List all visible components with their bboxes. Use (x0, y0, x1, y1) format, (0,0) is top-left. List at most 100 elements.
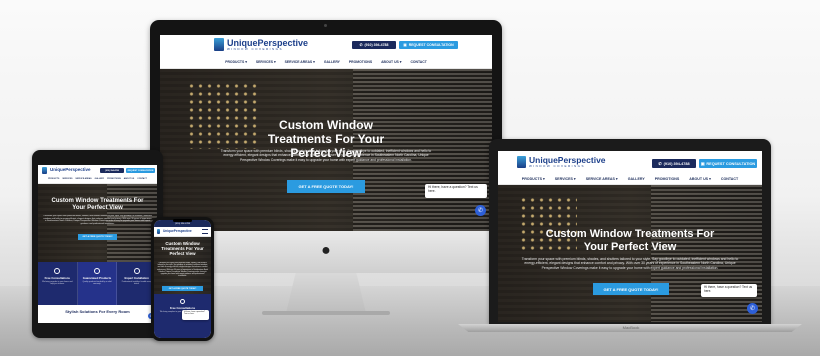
iphone-screen: (910) 394-4788 UniquePerspective Custom … (154, 220, 211, 338)
hero-section: Custom Window Treatments For Your Perfec… (160, 69, 492, 236)
calendar-icon: ▣ (700, 162, 705, 166)
main-nav: PRODUCTS SERVICES SERVICE AREAS GALLERY … (38, 178, 157, 180)
site-header: UniquePerspective (154, 227, 211, 237)
free-quote-button[interactable]: GET A FREE QUOTE TODAY! (287, 180, 365, 193)
request-consultation-button[interactable]: REQUEST CONSULTATION (126, 168, 155, 173)
logo-blinds-icon (42, 167, 47, 174)
nav-services[interactable]: SERVICES (62, 178, 72, 180)
imac-device: UniquePerspective WINDOW COVERINGS ✆ (910… (150, 20, 502, 238)
consult-label: REQUEST CONSULTATION (127, 169, 154, 172)
consult-label: REQUEST CONSULTATION (408, 43, 454, 47)
consultation-icon (54, 268, 61, 274)
stylish-heading: Stylish Solutions For Every Room (65, 309, 130, 314)
nav-promotions[interactable]: PROMOTIONS (107, 178, 121, 180)
phone-label: (910) 394-4788 (364, 43, 389, 47)
apple-logo-icon: ● (321, 242, 331, 259)
hero-title: Custom Window Treatments For Your Perfec… (545, 228, 715, 253)
chat-launcher-button[interactable]: ✆ (475, 205, 486, 216)
request-consultation-button[interactable]: ▣ REQUEST CONSULTATION (699, 159, 757, 168)
hero-body: Transform your space with premium blinds… (220, 149, 432, 162)
nav-gallery[interactable]: GALLERY (628, 177, 645, 181)
hero-section: Custom Window Treatments For Your Perfec… (498, 185, 762, 322)
tools-icon (133, 268, 140, 274)
main-nav: PRODUCTS ▾ SERVICES ▾ SERVICE AREAS ▾ GA… (160, 60, 492, 64)
site-header: UniquePerspective (910) 394-4788 REQUEST… (38, 165, 157, 184)
shield-icon (94, 268, 100, 274)
nav-products[interactable]: PRODUCTS (48, 178, 59, 180)
logo-tagline: WINDOW COVERINGS (227, 46, 283, 51)
imac-stand-base (262, 311, 390, 315)
nav-about-us[interactable]: ABOUT US ▾ (689, 177, 711, 181)
phone-button[interactable]: ✆ (910) 394-4788 (352, 41, 396, 49)
hero-body: Transform your space with premium blinds… (157, 262, 208, 278)
iphone-device: (910) 394-4788 UniquePerspective Custom … (151, 217, 214, 341)
site-header: UniquePerspective WINDOW COVERINGS ✆ (910… (160, 35, 492, 69)
nav-services[interactable]: SERVICES ▾ (555, 177, 576, 181)
hamburger-menu-icon[interactable] (202, 229, 208, 234)
nav-about-us[interactable]: ABOUT US (124, 178, 134, 180)
macbook-device: UniquePerspective WINDOW COVERINGS ✆ (910… (489, 139, 771, 325)
nav-products[interactable]: PRODUCTS ▾ (225, 60, 247, 64)
imac-screen: UniquePerspective WINDOW COVERINGS ✆ (910… (160, 35, 492, 236)
logo-blinds-icon (214, 38, 224, 51)
phone-button[interactable]: ✆ (910) 394-4788 (652, 159, 696, 168)
main-nav: PRODUCTS ▾ SERVICES ▾ SERVICE AREAS ▾ GA… (498, 177, 762, 181)
hero-body: Transform your space with premium blinds… (43, 215, 152, 225)
nav-services[interactable]: SERVICES ▾ (256, 60, 276, 64)
nav-contact[interactable]: CONTACT (410, 60, 426, 64)
nav-promotions[interactable]: PROMOTIONS (349, 60, 372, 64)
phone-label[interactable]: (910) 394-4788 (175, 223, 190, 225)
consultation-icon (180, 299, 185, 304)
chat-bubble-icon: ✆ (477, 208, 484, 214)
ipad-device: UniquePerspective (910) 394-4788 REQUEST… (32, 150, 163, 338)
hero-title: Custom Window Treatments For Your Perfec… (51, 198, 144, 211)
logo-wordmark: UniquePerspective (50, 167, 91, 173)
imac-camera-icon (324, 24, 327, 27)
chat-popup[interactable]: Hi there, have a question? Text us here. (701, 284, 757, 297)
iphone-notch (173, 219, 192, 222)
nav-promotions[interactable]: PROMOTIONS (655, 177, 680, 181)
nav-gallery[interactable]: GALLERY (324, 60, 340, 64)
chat-launcher-button[interactable]: ✆ (747, 303, 758, 314)
site-logo[interactable]: UniquePerspective WINDOW COVERINGS (517, 156, 606, 168)
logo-blinds-icon (157, 229, 160, 234)
phone-label: (910) 394-4788 (105, 169, 119, 172)
ipad-screen: UniquePerspective (910) 394-4788 REQUEST… (38, 165, 157, 323)
features-band: Free Consultations We bring samples to yo… (38, 262, 157, 305)
nav-contact[interactable]: CONTACT (137, 178, 147, 180)
phone-label: (910) 394-4788 (663, 161, 690, 166)
free-quote-button[interactable]: GET A FREE QUOTE TODAY! (162, 286, 203, 291)
nav-service-areas[interactable]: SERVICE AREAS ▾ (285, 60, 315, 64)
nav-service-areas[interactable]: SERVICE AREAS ▾ (586, 177, 618, 181)
nav-gallery[interactable]: GALLERY (95, 178, 104, 180)
logo-blinds-icon (517, 156, 526, 168)
chat-popup[interactable]: Hi there, have a question? Text us here. (425, 184, 487, 198)
free-quote-button[interactable]: GET A FREE QUOTE TODAY! (78, 234, 117, 240)
imac-stand (286, 273, 366, 313)
logo-wordmark: UniquePerspective (163, 228, 192, 233)
nav-about-us[interactable]: ABOUT US ▾ (381, 60, 401, 64)
hero-section: Custom Window Treatments For Your Perfec… (38, 184, 157, 262)
phone-icon: ✆ (658, 162, 662, 166)
hero-section: Custom Window Treatments For Your Perfec… (154, 237, 211, 294)
phone-icon: ✆ (359, 43, 363, 47)
device-mockup-scene: UniquePerspective WINDOW COVERINGS ✆ (910… (0, 0, 820, 356)
nav-products[interactable]: PRODUCTS ▾ (522, 177, 545, 181)
free-quote-button[interactable]: GET A FREE QUOTE TODAY! (593, 283, 669, 295)
site-logo[interactable]: UniquePerspective WINDOW COVERINGS (214, 38, 308, 51)
site-logo[interactable]: UniquePerspective (157, 229, 192, 234)
hero-body: Transform your space with premium blinds… (521, 257, 739, 270)
phone-button[interactable]: (910) 394-4788 (100, 168, 124, 173)
macbook-screen: UniquePerspective WINDOW COVERINGS ✆ (910… (498, 151, 762, 322)
chat-bubble-icon: ✆ (749, 306, 756, 312)
site-logo[interactable]: UniquePerspective (42, 167, 91, 174)
hero-title: Custom Window Treatments For Your Perfec… (161, 241, 204, 257)
consult-label: REQUEST CONSULTATION (706, 161, 756, 166)
nav-service-areas[interactable]: SERVICE AREAS (75, 178, 91, 180)
feature-free-consultations: Free Consultations We bring samples to yo… (38, 262, 78, 305)
nav-contact[interactable]: CONTACT (721, 177, 738, 181)
chat-popup[interactable]: Hi there, have a question? Text us here. (182, 310, 209, 320)
mobile-feature-card: Free Consultations We bring samples to y… (154, 294, 211, 338)
site-header: UniquePerspective WINDOW COVERINGS ✆ (910… (498, 151, 762, 185)
request-consultation-button[interactable]: ▣ REQUEST CONSULTATION (399, 41, 458, 49)
